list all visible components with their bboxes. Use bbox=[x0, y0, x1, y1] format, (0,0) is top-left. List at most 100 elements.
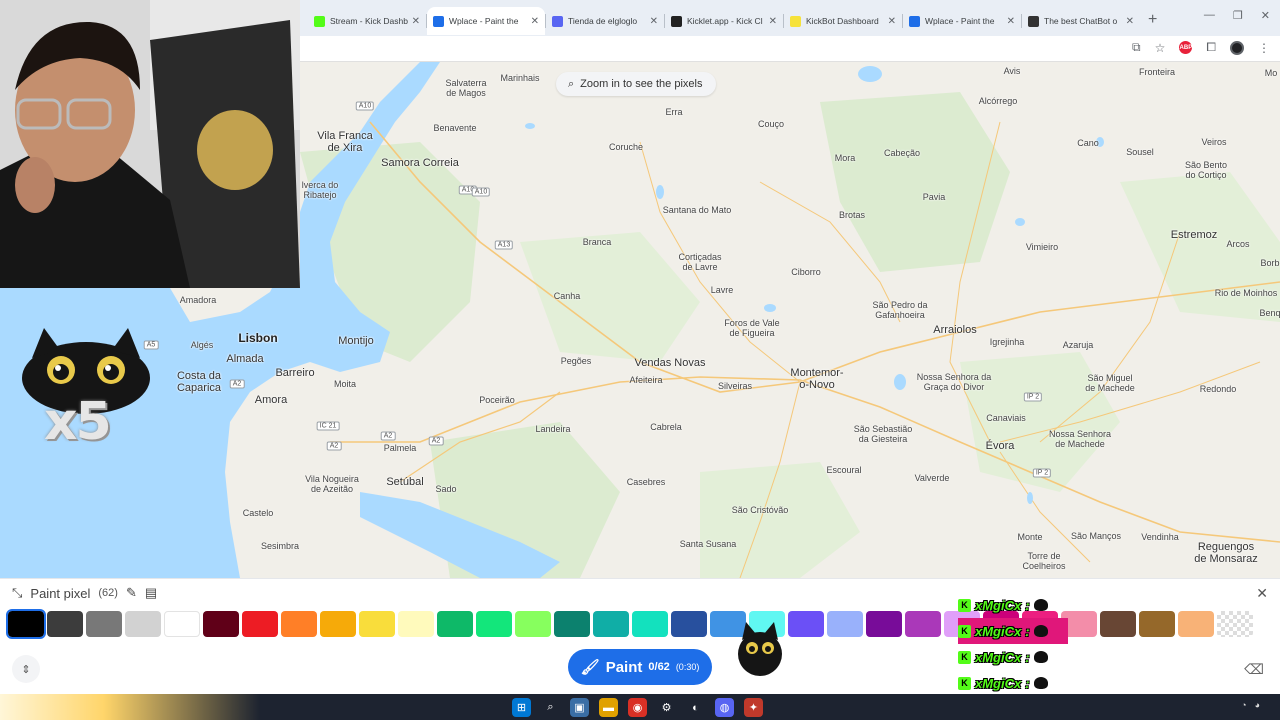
color-swatch[interactable] bbox=[281, 611, 317, 637]
map-place-label: Moita bbox=[333, 379, 357, 389]
color-swatch[interactable] bbox=[398, 611, 434, 637]
restore-icon[interactable]: ❐ bbox=[1233, 9, 1243, 22]
color-swatch[interactable] bbox=[242, 611, 278, 637]
color-swatch[interactable] bbox=[125, 611, 161, 637]
color-swatch[interactable] bbox=[203, 611, 239, 637]
close-tab-icon[interactable]: ✕ bbox=[650, 16, 658, 27]
close-tab-icon[interactable]: ✕ bbox=[1007, 16, 1015, 27]
map-place-label: Valverde bbox=[914, 473, 950, 483]
chat-message: KxMgiCx: bbox=[958, 618, 1068, 644]
color-swatch[interactable] bbox=[515, 611, 551, 637]
color-swatch[interactable] bbox=[359, 611, 395, 637]
color-swatch[interactable] bbox=[827, 611, 863, 637]
close-window-icon[interactable]: ✕ bbox=[1261, 9, 1270, 22]
tray-icon[interactable]: ◔ bbox=[1241, 700, 1246, 710]
pencil-icon[interactable]: ✎ bbox=[126, 585, 137, 601]
map-place-line: Ribatejo bbox=[303, 190, 337, 200]
color-swatch-transparent[interactable] bbox=[1217, 611, 1253, 637]
tab-4[interactable]: KickBot Dashboard ✕ bbox=[784, 7, 902, 35]
chrome-icon[interactable]: ◉ bbox=[628, 698, 647, 717]
map-place-label: São Cristóvão bbox=[731, 505, 789, 515]
browser-tab-bar: Stream - Kick Dashb ✕ Wplace - Paint the ✕ T… bbox=[300, 0, 1280, 36]
color-swatch[interactable] bbox=[86, 611, 122, 637]
folder-icon[interactable]: ▬ bbox=[599, 698, 618, 717]
close-panel-icon[interactable]: ✕ bbox=[1256, 585, 1268, 602]
color-swatch[interactable] bbox=[476, 611, 512, 637]
color-swatch[interactable] bbox=[866, 611, 902, 637]
color-swatch[interactable] bbox=[437, 611, 473, 637]
close-tab-icon[interactable]: ✕ bbox=[412, 16, 420, 27]
chat-separator: : bbox=[1025, 649, 1030, 665]
color-swatch[interactable] bbox=[1139, 611, 1175, 637]
close-tab-icon[interactable]: ✕ bbox=[888, 16, 896, 27]
adblock-icon[interactable]: ABP bbox=[1179, 41, 1193, 54]
map-place-label: Vendas Novas bbox=[634, 357, 706, 369]
tab-6[interactable]: The best ChatBot o ✕ bbox=[1022, 7, 1140, 35]
map-place-label: Fronteira bbox=[1138, 67, 1176, 77]
color-swatch[interactable] bbox=[6, 609, 46, 639]
map-place-label: Pegões bbox=[560, 356, 592, 366]
color-swatch[interactable] bbox=[1100, 611, 1136, 637]
map-place-line: o-Novo bbox=[799, 379, 835, 391]
color-swatch[interactable] bbox=[554, 611, 590, 637]
close-tab-icon[interactable]: ✕ bbox=[531, 16, 539, 27]
eraser-icon[interactable]: ⌫ bbox=[1242, 657, 1266, 681]
color-swatch[interactable] bbox=[632, 611, 668, 637]
chat-username: xMgiCx bbox=[975, 649, 1022, 665]
map-place-line: Costa da bbox=[176, 370, 222, 382]
app-icon[interactable]: ✦ bbox=[744, 698, 763, 717]
close-tab-icon[interactable]: ✕ bbox=[1126, 16, 1134, 27]
road-shield: A10 bbox=[471, 187, 491, 197]
search-icon[interactable]: ⌕ bbox=[541, 698, 560, 717]
map-place-label: Mora bbox=[834, 153, 856, 163]
map-place-line: Caparica bbox=[176, 382, 222, 394]
color-swatch[interactable] bbox=[671, 611, 707, 637]
start-icon[interactable]: ⊞ bbox=[512, 698, 531, 717]
discord-app-icon[interactable]: ◍ bbox=[715, 698, 734, 717]
tray-icon[interactable]: ◕ bbox=[1255, 700, 1260, 710]
map-place-label: Escoural bbox=[826, 465, 862, 475]
color-swatch[interactable] bbox=[905, 611, 941, 637]
close-tab-icon[interactable]: ✕ bbox=[769, 16, 777, 27]
extensions-icon[interactable]: ⧠ bbox=[1206, 40, 1216, 55]
bookmark-star-icon[interactable]: ☆ bbox=[1155, 41, 1166, 55]
color-swatch[interactable] bbox=[47, 611, 83, 637]
map-place-label: Pavia bbox=[922, 192, 946, 202]
tab-3[interactable]: Kicklet.app - Kick Cl ✕ bbox=[665, 7, 783, 35]
tab-0[interactable]: Stream - Kick Dashb ✕ bbox=[308, 7, 426, 35]
settings-icon[interactable]: ⚙ bbox=[657, 698, 676, 717]
map-place-line: São Miguel bbox=[1087, 373, 1133, 383]
taskview-icon[interactable]: ▣ bbox=[570, 698, 589, 717]
color-swatch[interactable] bbox=[1178, 611, 1214, 637]
expand-button[interactable]: ⇕ bbox=[12, 655, 40, 683]
paint-button[interactable]: 🖌 Paint 0/62 (0:30) bbox=[568, 649, 712, 685]
road-shield: A2 bbox=[326, 441, 342, 451]
zoom-hint-pill[interactable]: ⌕ Zoom in to see the pixels bbox=[556, 72, 717, 96]
map-place-line: Nossa Senhora da bbox=[916, 372, 992, 382]
obs-icon[interactable]: ◐ bbox=[686, 698, 705, 717]
map-place-label: Sado bbox=[435, 484, 457, 494]
map-place-label: Reguengos de Monsaraz bbox=[1194, 541, 1258, 565]
tab-2[interactable]: Tienda de elgloglo ✕ bbox=[546, 7, 664, 35]
color-swatch[interactable] bbox=[320, 611, 356, 637]
new-tab-icon[interactable]: + bbox=[1148, 11, 1157, 29]
kebab-menu-icon[interactable]: ⋮ bbox=[1258, 41, 1270, 55]
tab-1[interactable]: Wplace - Paint the ✕ bbox=[427, 7, 545, 35]
minimize-icon[interactable]: — bbox=[1204, 9, 1215, 22]
profile-avatar[interactable] bbox=[1230, 40, 1244, 55]
road-shield: A2 bbox=[229, 379, 245, 389]
install-app-icon[interactable]: ⧉ bbox=[1132, 40, 1141, 55]
tab-label: Kicklet.app - Kick Cl bbox=[687, 16, 763, 26]
chat-separator: : bbox=[1025, 597, 1030, 613]
map-place-label: Amora bbox=[254, 394, 288, 406]
chat-username: xMgiCx bbox=[975, 623, 1022, 639]
map-place-label: Mo bbox=[1264, 68, 1278, 78]
tab-5[interactable]: Wplace - Paint the ✕ bbox=[903, 7, 1021, 35]
map-place-label: São Pedro da Gafanhoeira bbox=[872, 300, 927, 320]
cat-emote-icon bbox=[1033, 625, 1048, 637]
layers-icon[interactable]: ▤ bbox=[145, 585, 157, 601]
color-swatch[interactable] bbox=[593, 611, 629, 637]
color-swatch[interactable] bbox=[788, 611, 824, 637]
collapse-icon[interactable]: ⤡ bbox=[12, 585, 22, 601]
color-swatch[interactable] bbox=[164, 611, 200, 637]
